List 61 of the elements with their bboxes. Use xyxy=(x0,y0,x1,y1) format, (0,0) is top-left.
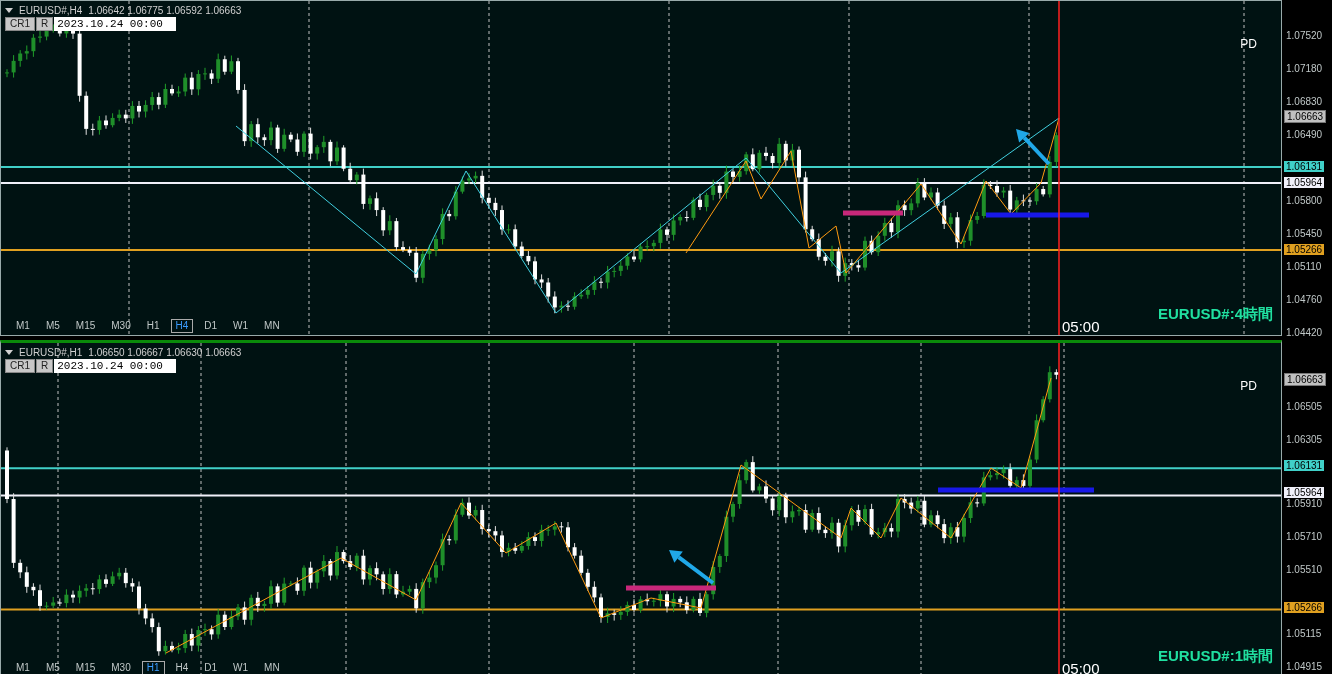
timeframe-button[interactable]: MN xyxy=(259,661,285,674)
arrow xyxy=(669,550,715,585)
axis-tick-label: 1.04760 xyxy=(1286,295,1323,306)
chart-marker-text: PD xyxy=(1240,378,1257,395)
axis-tick-label: 1.04915 xyxy=(1286,662,1323,672)
date-input-field[interactable]: 2023.10.24 00:00 xyxy=(54,17,177,31)
time-label: 05:00 xyxy=(1061,319,1101,335)
axis-tick-label: 1.05450 xyxy=(1286,229,1323,240)
date-input-field[interactable]: 2023.10.24 00:00 xyxy=(54,359,177,373)
chart-button[interactable]: R xyxy=(36,17,54,31)
price-label: 1.05964 xyxy=(1284,487,1325,499)
axis-tick-label: 1.05115 xyxy=(1286,629,1322,640)
timeframe-button[interactable]: MN xyxy=(259,319,285,333)
timeframe-button[interactable]: M5 xyxy=(40,319,65,333)
timeframe-button[interactable]: M1 xyxy=(11,661,35,674)
ohlc-quote: 1.06642 1.06775 1.06592 1.06663 xyxy=(88,4,242,18)
timeframe-button[interactable]: M30 xyxy=(106,319,136,333)
timeframe-button[interactable]: M15 xyxy=(70,661,101,674)
price-label: 1.06131 xyxy=(1284,460,1325,472)
time-label: 05:00 xyxy=(1061,661,1101,674)
chart-symbol: EURUSD#,H4 xyxy=(19,4,83,18)
axis-tick-label: 1.05910 xyxy=(1286,499,1323,510)
ohlc-quote: 1.06650 1.06667 1.06630 1.06663 xyxy=(88,346,242,360)
axis-tick-label: 1.06505 xyxy=(1286,402,1323,412)
axis-tick-label: 1.04420 xyxy=(1286,328,1323,338)
chart-marker-text: PD xyxy=(1240,36,1257,53)
axis-tick-label: 1.07520 xyxy=(1286,31,1323,41)
axis-tick-label: 1.06830 xyxy=(1286,97,1323,108)
price-label: 1.06663 xyxy=(1284,110,1327,124)
price-label: 1.05266 xyxy=(1284,243,1325,255)
chart-button[interactable]: CR1 xyxy=(5,359,35,373)
axis-tick-label: 1.06305 xyxy=(1286,434,1323,445)
timeframe-button[interactable]: H4 xyxy=(170,661,194,674)
timeframe-button[interactable]: W1 xyxy=(228,319,254,333)
timeframe-button[interactable]: H1 xyxy=(141,319,165,333)
axis-tick-label: 1.05110 xyxy=(1286,261,1322,272)
price-label: 1.06663 xyxy=(1284,373,1327,387)
price-label: 1.05266 xyxy=(1284,601,1325,613)
axis-tick-label: 1.07180 xyxy=(1286,63,1323,74)
timeframe-button[interactable]: D1 xyxy=(199,319,223,333)
timeframe-button[interactable]: H4 xyxy=(170,319,194,333)
price-label: 1.05964 xyxy=(1284,177,1325,189)
axis-tick-label: 1.05510 xyxy=(1286,564,1323,575)
timeframe-button[interactable]: W1 xyxy=(228,661,254,674)
axis-tick-label: 1.05800 xyxy=(1286,195,1323,206)
timeframe-button[interactable]: M1 xyxy=(11,319,35,333)
axis-tick-label: 1.05710 xyxy=(1286,532,1323,542)
horizontal-marker-bar xyxy=(843,210,903,216)
chart-symbol: EURUSD#,H1 xyxy=(19,346,83,360)
timeframe-button[interactable]: D1 xyxy=(199,661,223,674)
chart-caption: EURUSD#:4時間 xyxy=(1157,303,1273,324)
chart-caption: EURUSD#:1時間 xyxy=(1157,645,1273,666)
axis-tick-label: 1.06490 xyxy=(1286,129,1323,140)
timeframe-button[interactable]: M15 xyxy=(70,319,101,333)
price-label: 1.06131 xyxy=(1284,161,1325,173)
timeframe-button[interactable]: M30 xyxy=(106,661,136,674)
timeframe-button[interactable]: M5 xyxy=(40,661,65,674)
chart-button[interactable]: CR1 xyxy=(5,17,35,31)
chart-button[interactable]: R xyxy=(36,359,54,373)
arrow xyxy=(1016,129,1051,166)
timeframe-button[interactable]: H1 xyxy=(141,661,165,674)
